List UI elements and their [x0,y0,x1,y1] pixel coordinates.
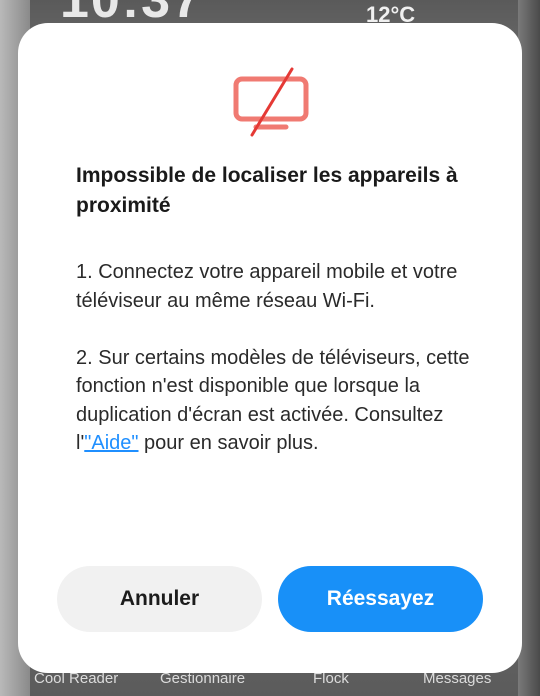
instruction-step-1: 1. Connectez votre appareil mobile et vo… [76,261,458,312]
instruction-step-2-suffix: pour en savoir plus. [138,432,319,454]
dialog-message: 1. Connectez votre appareil mobile et vo… [76,258,476,458]
cancel-button[interactable]: Annuler [57,566,262,632]
dialog-title: Impossible de localiser les appareils à … [76,164,458,217]
help-link[interactable]: "Aide" [84,432,138,454]
retry-button[interactable]: Réessayez [278,566,483,632]
device-not-found-dialog: Impossible de localiser les appareils à … [18,23,522,673]
screen-slash-icon [233,67,309,137]
instruction-step-2: 2. Sur certains modèles de téléviseurs, … [76,344,476,458]
home-screen-background: 10:37 12°C Cool Reader Gestionnaire Floc… [0,0,540,696]
